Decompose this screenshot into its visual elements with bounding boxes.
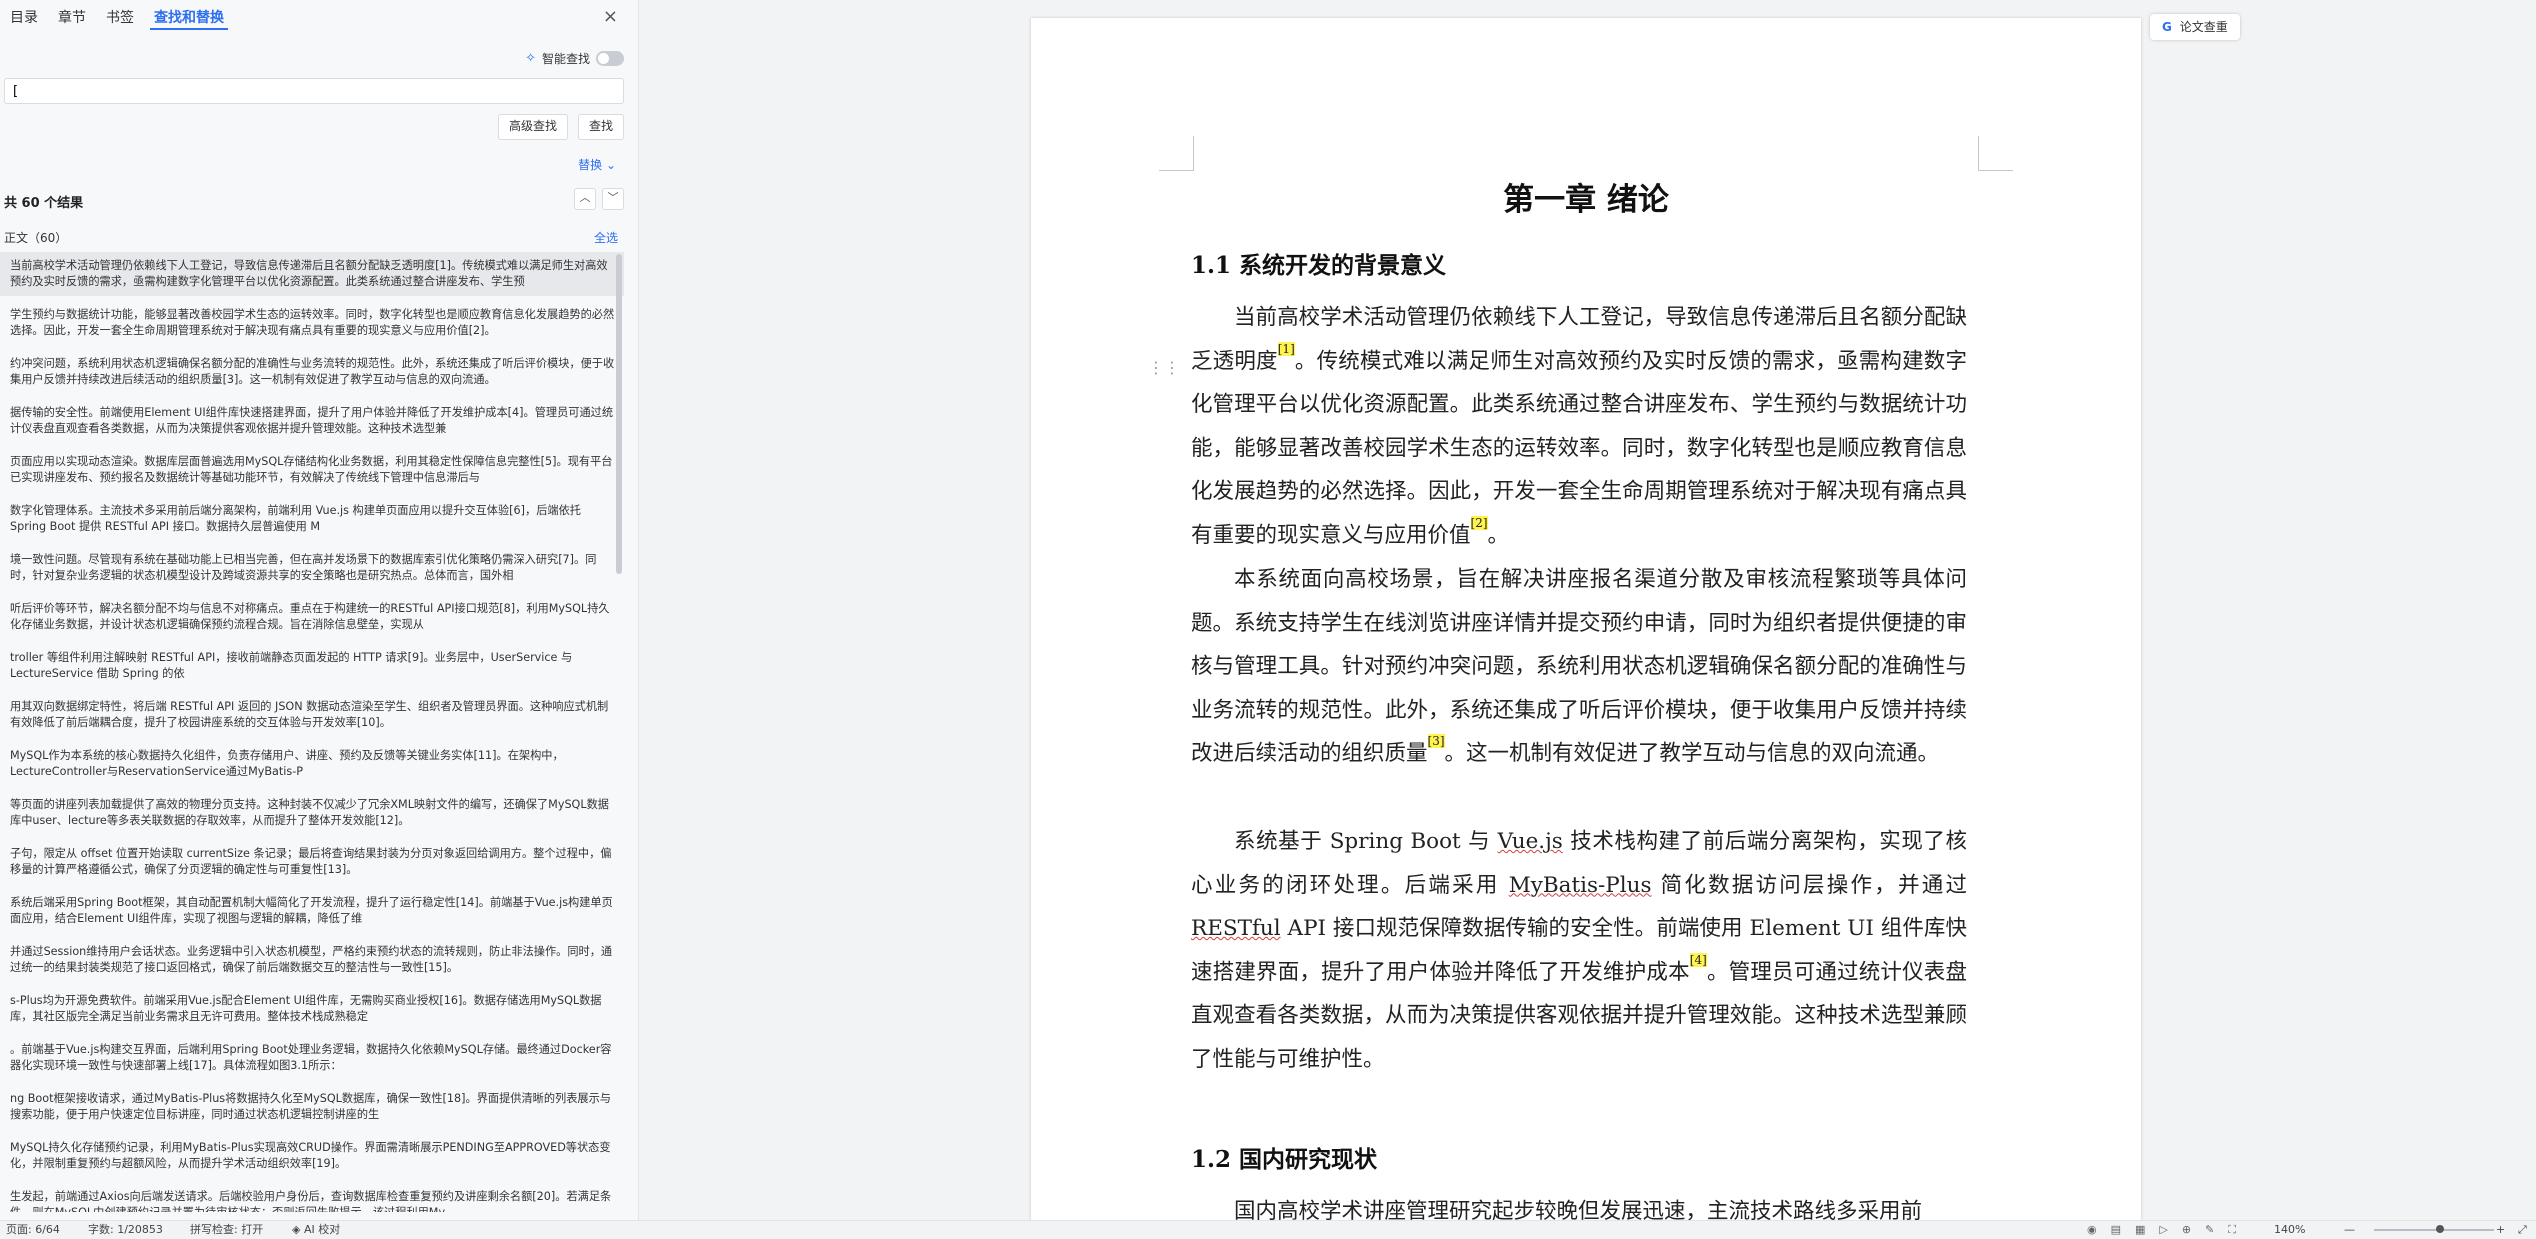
result-navigation: ︿ ﹀ bbox=[574, 188, 624, 210]
spell-flagged-word[interactable]: RESTful bbox=[1191, 916, 1281, 941]
text-run: 系统基于 Spring Boot 与 bbox=[1234, 829, 1498, 854]
crop-mark bbox=[1159, 136, 1194, 171]
result-item[interactable]: 子句，限定从 offset 位置开始读取 currentSize 条记录；最后将… bbox=[0, 840, 624, 884]
next-result-icon[interactable]: ﹀ bbox=[602, 188, 624, 210]
result-item[interactable]: 并通过Session维持用户会话状态。业务逻辑中引入状态机模型，严格约束预约状态… bbox=[0, 938, 624, 982]
select-all-link[interactable]: 全选 bbox=[594, 229, 618, 246]
citation-marker: [1] bbox=[1277, 341, 1295, 356]
document-area: 第一章 绪论 1.1 系统开发的背景意义 当前高校学术活动管理仍依赖线下人工登记… bbox=[640, 0, 2536, 1220]
results-scrollbar[interactable] bbox=[616, 254, 622, 574]
result-item[interactable]: s-Plus均为开源免费软件。前端采用Vue.js配合Element UI组件库… bbox=[0, 987, 624, 1031]
tab-find-replace[interactable]: 查找和替换 bbox=[150, 8, 228, 30]
result-item[interactable]: 。前端基于Vue.js构建交互界面，后端利用Spring Boot处理业务逻辑，… bbox=[0, 1036, 624, 1080]
paragraph: 当前高校学术活动管理仍依赖线下人工登记，导致信息传递滞后且名额分配缺乏透明度[1… bbox=[1191, 296, 1967, 558]
ai-proofread[interactable]: ◈ AI 校对 bbox=[292, 1221, 340, 1239]
section-label: 正文（60） bbox=[4, 231, 68, 245]
paragraph: 本系统面向高校场景，旨在解决讲座报名渠道分散及审核流程繁琐等具体问题。系统支持学… bbox=[1191, 558, 1967, 776]
result-item[interactable]: 当前高校学术活动管理仍依赖线下人工登记，导致信息传递滞后且名额分配缺乏透明度[1… bbox=[0, 252, 624, 296]
chapter-title: 第一章 绪论 bbox=[1503, 182, 1669, 218]
result-item[interactable]: 学生预约与数据统计功能，能够显著改善校园学术生态的运转效率。同时，数字化转型也是… bbox=[0, 301, 624, 345]
citation-marker: [2] bbox=[1470, 515, 1488, 530]
text-run: 。传统模式难以满足师生对高效预约及实时反馈的需求，亟需构建数字化管理平台以优化资… bbox=[1191, 348, 1967, 548]
fit-page-icon[interactable]: ⛶ bbox=[2228, 1221, 2236, 1239]
smart-search-label: 智能查找 bbox=[541, 52, 590, 66]
zoom-slider[interactable] bbox=[2374, 1229, 2494, 1231]
zoom-level[interactable]: 140% bbox=[2274, 1221, 2305, 1239]
spell-flagged-word[interactable]: MyBatis-Plus bbox=[1509, 873, 1652, 898]
zoom-in-icon[interactable]: + bbox=[2496, 1221, 2505, 1239]
page-view-icon[interactable]: ▤ bbox=[2111, 1221, 2121, 1239]
result-item[interactable]: 境一致性问题。尽管现有系统在基础功能上已相当完善，但在高并发场景下的数据库索引优… bbox=[0, 546, 624, 590]
check-icon: G bbox=[2162, 20, 2172, 34]
spell-check-status[interactable]: 拼写检查: 打开 bbox=[190, 1221, 263, 1239]
tab-chapter[interactable]: 章节 bbox=[54, 8, 90, 30]
find-button[interactable]: 查找 bbox=[577, 114, 624, 140]
smart-search-toggle[interactable] bbox=[596, 51, 624, 66]
result-item[interactable]: 约冲突问题，系统利用状态机逻辑确保名额分配的准确性与业务流转的规范性。此外，系统… bbox=[0, 350, 624, 394]
find-replace-panel: 目录 章节 书签 查找和替换 × ✧ 智能查找 高级查找 查找 替换 ⌄ 共 6… bbox=[0, 0, 639, 1220]
result-item[interactable]: MySQL持久化存储预约记录，利用MyBatis-Plus实现高效CRUD操作。… bbox=[0, 1134, 624, 1178]
chevron-down-icon: ⌄ bbox=[605, 158, 616, 172]
zoom-out-icon[interactable]: — bbox=[2344, 1221, 2355, 1239]
ai-icon: ◈ bbox=[292, 1223, 304, 1236]
web-view-icon[interactable]: ⊕ bbox=[2182, 1221, 2191, 1239]
result-item[interactable]: 等页面的讲座列表加载提供了高效的物理分页支持。这种封装不仅减少了冗余XML映射文… bbox=[0, 791, 624, 835]
sparkle-icon: ✧ bbox=[525, 51, 536, 66]
paragraph: 国内高校学术讲座管理研究起步较晚但发展迅速，主流技术路线多采用前 bbox=[1234, 1199, 1923, 1220]
section-heading: 1.2 国内研究现状 bbox=[1191, 1146, 1378, 1173]
zoom-slider-knob[interactable] bbox=[2436, 1225, 2444, 1233]
text-run: 。 bbox=[1487, 522, 1510, 548]
view-controls: ◉ ▤ ▦ ▷ ⊕ ✎ ⛶ bbox=[2087, 1221, 2236, 1239]
citation-marker: [3] bbox=[1427, 734, 1445, 749]
previous-result-icon[interactable]: ︿ bbox=[574, 188, 596, 210]
section-heading: 1.1 系统开发的背景意义 bbox=[1191, 252, 1447, 279]
tab-bookmark[interactable]: 书签 bbox=[102, 8, 138, 30]
ai-proofread-label: AI 校对 bbox=[303, 1223, 341, 1236]
spell-flagged-word[interactable]: Vue.js bbox=[1498, 829, 1563, 854]
result-item[interactable]: 听后评价等环节，解决名额分配不均与信息不对称痛点。重点在于构建统一的RESTfu… bbox=[0, 595, 624, 639]
status-bar: 页面: 6/64 字数: 1/20853 拼写检查: 打开 ◈ AI 校对 ◉ … bbox=[0, 1220, 2536, 1239]
word-count[interactable]: 字数: 1/20853 bbox=[88, 1221, 163, 1239]
text-run: 本系统面向高校场景，旨在解决讲座报名渠道分散及审核流程繁琐等具体问题。系统支持学… bbox=[1191, 567, 1967, 767]
close-icon[interactable]: × bbox=[603, 6, 618, 27]
eye-icon[interactable]: ◉ bbox=[2087, 1221, 2097, 1239]
drag-handle-icon[interactable]: ⋮⋮ bbox=[1148, 358, 1180, 377]
result-count: 共 60 个结果 bbox=[4, 196, 84, 211]
result-item[interactable]: 生发起，前端通过Axios向后端发送请求。后端校验用户身份后，查询数据库检查重复… bbox=[0, 1183, 624, 1212]
crop-mark bbox=[1978, 136, 2013, 171]
play-icon[interactable]: ▷ bbox=[2159, 1221, 2167, 1239]
advanced-search-button[interactable]: 高级查找 bbox=[497, 114, 568, 140]
result-item[interactable]: 数字化管理体系。主流技术多采用前后端分离架构，前端利用 Vue.js 构建单页面… bbox=[0, 497, 624, 541]
paragraph: 系统基于 Spring Boot 与 Vue.js 技术栈构建了前后端分离架构，… bbox=[1191, 820, 1967, 1082]
result-item[interactable]: 据传输的安全性。前端使用Element UI组件库快速搭建界面，提升了用户体验并… bbox=[0, 399, 624, 443]
outline-view-icon[interactable]: ▦ bbox=[2135, 1221, 2145, 1239]
result-item[interactable]: 页面应用以实现动态渲染。数据库层面普遍选用MySQL存储结构化业务数据，利用其稳… bbox=[0, 448, 624, 492]
document-page[interactable]: 第一章 绪论 1.1 系统开发的背景意义 当前高校学术活动管理仍依赖线下人工登记… bbox=[1031, 18, 2141, 1220]
replace-label: 替换 bbox=[578, 158, 603, 172]
result-item[interactable]: MySQL作为本系统的核心数据持久化组件，负责存储用户、讲座、预约及反馈等关键业… bbox=[0, 742, 624, 786]
fullscreen-icon[interactable]: ⤢ bbox=[2518, 1221, 2527, 1239]
result-item[interactable]: 系统后端采用Spring Boot框架，其自动配置机制大幅简化了开发流程，提升了… bbox=[0, 889, 624, 933]
citation-marker: [4] bbox=[1689, 952, 1707, 967]
paper-check-button[interactable]: G 论文查重 bbox=[2150, 14, 2240, 40]
result-item[interactable]: ng Boot框架接收请求，通过MyBatis-Plus将数据持久化至MySQL… bbox=[0, 1085, 624, 1129]
search-input[interactable] bbox=[4, 78, 624, 104]
tab-toc[interactable]: 目录 bbox=[6, 8, 42, 30]
text-run: 。这一机制有效促进了教学互动与信息的双向流通。 bbox=[1444, 741, 1940, 767]
panel-tabs: 目录 章节 书签 查找和替换 bbox=[0, 8, 234, 30]
result-item[interactable]: troller 等组件利用注解映射 RESTful API，接收前端静态页面发起… bbox=[0, 644, 624, 688]
smart-search-row: ✧ 智能查找 bbox=[525, 50, 624, 67]
result-item[interactable]: 用其双向数据绑定特性，将后端 RESTful API 返回的 JSON 数据动态… bbox=[0, 693, 624, 737]
replace-toggle[interactable]: 替换 ⌄ bbox=[578, 156, 616, 173]
page-indicator[interactable]: 页面: 6/64 bbox=[6, 1221, 60, 1239]
results-list: 当前高校学术活动管理仍依赖线下人工登记，导致信息传递滞后且名额分配缺乏透明度[1… bbox=[0, 252, 624, 1212]
text-run: 简化数据访问层操作，并通过 bbox=[1651, 872, 1967, 898]
pen-icon[interactable]: ✎ bbox=[2205, 1221, 2214, 1239]
paper-check-label: 论文查重 bbox=[2179, 20, 2228, 34]
